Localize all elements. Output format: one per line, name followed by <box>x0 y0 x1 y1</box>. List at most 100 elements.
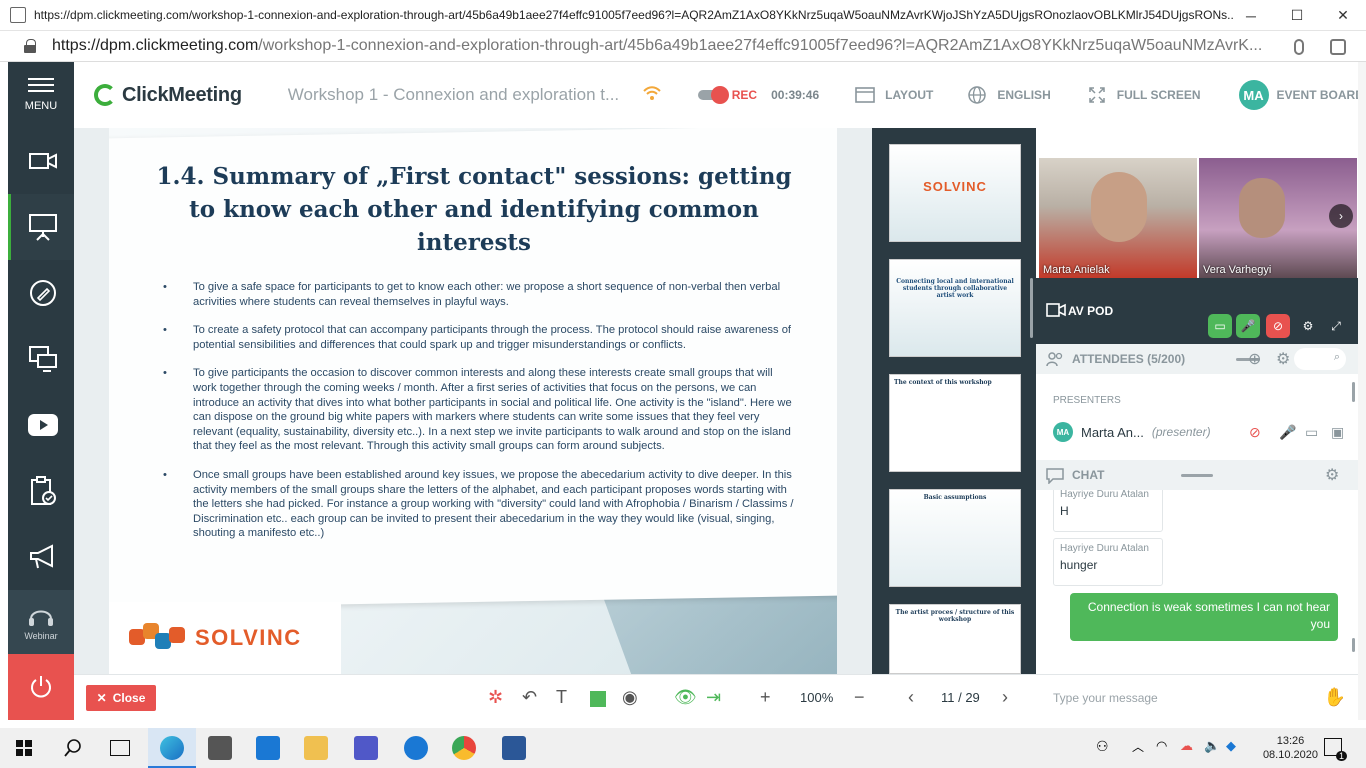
close-presentation-button[interactable]: ✕ Close <box>86 685 156 711</box>
brush-size-icon[interactable]: ◉ <box>622 687 638 708</box>
skype-icon[interactable] <box>404 736 428 760</box>
previous-slide-icon[interactable]: ‹ <box>908 687 914 708</box>
camera-toggle-button[interactable]: ▭ <box>1208 314 1232 338</box>
chevron-up-icon[interactable]: ︿ <box>1132 738 1144 755</box>
avatar: MA <box>1238 80 1269 110</box>
chat-scrollbar[interactable] <box>1352 638 1355 652</box>
maximize-button[interactable]: ☐ <box>1274 0 1320 31</box>
color-picker[interactable] <box>590 691 606 707</box>
folder-icon[interactable] <box>304 736 328 760</box>
raise-hand-icon[interactable]: ✋ <box>1324 687 1346 708</box>
zoom-in-icon[interactable]: + <box>760 687 771 708</box>
left-sidebar: MENU Webinar <box>8 62 74 720</box>
slide-bullet: To create a safety protocol that can acc… <box>159 323 799 352</box>
language-button[interactable]: ENGLISH <box>967 86 1051 104</box>
sync-view-icon[interactable]: ⇥ <box>706 687 721 708</box>
menu-button[interactable]: MENU <box>8 62 74 128</box>
chrome-icon[interactable] <box>452 736 476 760</box>
event-board-button[interactable]: MA EVENT BOARD <box>1238 80 1364 110</box>
window-titlebar: https://dpm.clickmeeting.com/workshop-1-… <box>0 0 1366 31</box>
screen-off-button[interactable]: ⊘ <box>1266 314 1290 338</box>
chat-input-placeholder: Type your message <box>1053 690 1158 705</box>
thumbnail[interactable]: Connecting local and international stude… <box>889 259 1021 357</box>
url-path: /workshop-1-connexion-and-exploration-th… <box>258 37 1263 54</box>
youtube-button[interactable] <box>8 392 74 458</box>
store-icon[interactable] <box>208 736 232 760</box>
undo-icon[interactable]: ↶ <box>522 687 537 708</box>
add-user-icon[interactable]: ⊕ <box>1248 349 1261 369</box>
presentation-button[interactable] <box>8 194 74 260</box>
search-icon[interactable] <box>64 739 82 757</box>
thumbnail[interactable]: SOLVINC <box>889 144 1021 242</box>
chat-header[interactable]: CHAT ⚙ <box>1036 460 1358 490</box>
attendees-settings-icon[interactable]: ⚙ <box>1276 349 1290 369</box>
chat-input[interactable]: Type your message ✋ <box>1036 674 1358 720</box>
globe-icon <box>967 86 987 104</box>
chat-label: CHAT <box>1072 468 1105 482</box>
thumbnail-title: The artist proces / structure of this wo… <box>895 609 1015 623</box>
mail-icon[interactable] <box>256 736 280 760</box>
minimize-button[interactable]: ─ <box>1228 0 1274 31</box>
layout-button[interactable]: LAYOUT <box>855 87 933 103</box>
microphone-icon[interactable] <box>1294 39 1304 55</box>
call-to-action-button[interactable] <box>8 524 74 590</box>
fullscreen-button[interactable]: FULL SCREEN <box>1087 87 1201 103</box>
clock-date: 08.10.2020 <box>1262 749 1318 761</box>
volume-icon[interactable]: 🔈 <box>1204 738 1220 754</box>
fullscreen-label: FULL SCREEN <box>1116 88 1201 102</box>
laser-pointer-icon[interactable]: ✲ <box>488 687 503 708</box>
task-view-icon[interactable] <box>110 740 130 756</box>
translate-icon[interactable] <box>1330 39 1346 55</box>
microphone-toggle-button[interactable]: 🎤 <box>1236 314 1260 338</box>
panel-resize-handle[interactable] <box>1181 474 1213 477</box>
next-video-button[interactable]: › <box>1329 204 1353 228</box>
screen-share-button[interactable] <box>8 326 74 392</box>
attendees-scrollbar[interactable] <box>1352 382 1355 402</box>
onedrive-icon[interactable]: ☁ <box>1180 738 1193 754</box>
desktop-icon[interactable]: ▣ <box>1331 424 1344 441</box>
attendees-search-input[interactable]: ⌕ <box>1294 348 1346 370</box>
system-clock[interactable]: 13:26 08.10.2020 <box>1263 734 1318 762</box>
screen-off-icon[interactable]: ⊘ <box>1249 424 1261 441</box>
windows-start-icon[interactable] <box>16 740 32 756</box>
thumbnail[interactable]: The context of this workshop <box>889 374 1021 472</box>
thumbnail[interactable]: The artist proces / structure of this wo… <box>889 604 1021 674</box>
next-slide-icon[interactable]: › <box>1002 687 1008 708</box>
attendees-label: ATTENDEES (5/200) <box>1072 352 1186 366</box>
thumbnail-scrollbar[interactable] <box>1030 278 1033 338</box>
whiteboard-button[interactable] <box>8 260 74 326</box>
hamburger-icon <box>28 78 54 92</box>
taskbar-app-active[interactable] <box>148 728 196 768</box>
teams-icon[interactable] <box>354 736 378 760</box>
camera-icon[interactable]: ▭ <box>1305 424 1318 441</box>
list-item[interactable]: MA Marta An... (presenter) ⊘ 🎤 ▭ ▣ <box>1053 420 1353 444</box>
current-slide: 1.4. Summary of „First contact" sessions… <box>109 128 837 674</box>
record-toggle[interactable] <box>697 86 729 104</box>
polls-button[interactable] <box>8 458 74 524</box>
people-icon[interactable]: ⚇ <box>1096 738 1109 755</box>
visibility-icon[interactable]: 👁 <box>674 687 697 708</box>
attendees-header[interactable]: ATTENDEES (5/200) ⊕ ⚙ ⌕ <box>1036 344 1358 374</box>
close-label: Close <box>112 691 146 705</box>
video-tile[interactable]: Marta Anielak <box>1039 158 1197 278</box>
webinar-button[interactable]: Webinar <box>8 590 74 656</box>
camera-button[interactable] <box>8 128 74 194</box>
chat-settings-icon[interactable]: ⚙ <box>1325 465 1339 485</box>
microphone-icon[interactable]: 🎤 <box>1279 424 1296 441</box>
address-bar[interactable]: https://dpm.clickmeeting.com/workshop-1-… <box>0 31 1366 62</box>
recording-control[interactable]: REC 00:39:46 <box>697 86 819 104</box>
wifi-icon[interactable]: ◠ <box>1156 738 1167 754</box>
word-icon[interactable] <box>502 736 526 760</box>
av-settings-icon[interactable]: ⚙ <box>1296 314 1320 338</box>
url-text[interactable]: https://dpm.clickmeeting.com/workshop-1-… <box>52 37 1272 55</box>
zoom-out-icon[interactable]: − <box>854 687 865 708</box>
notification-center-icon[interactable]: 1 <box>1324 738 1347 761</box>
popout-icon[interactable]: ⤢ <box>1324 314 1348 338</box>
video-tile[interactable]: Vera Varhegyi › <box>1199 158 1357 278</box>
text-tool-icon[interactable]: T <box>556 687 567 708</box>
leave-button[interactable] <box>8 654 74 720</box>
thumbnail[interactable]: Basic assumptions <box>889 489 1021 587</box>
page-scrollbar[interactable] <box>1358 62 1366 720</box>
dropbox-icon[interactable]: ◆ <box>1226 738 1236 754</box>
close-window-button[interactable]: ✕ <box>1320 0 1366 31</box>
